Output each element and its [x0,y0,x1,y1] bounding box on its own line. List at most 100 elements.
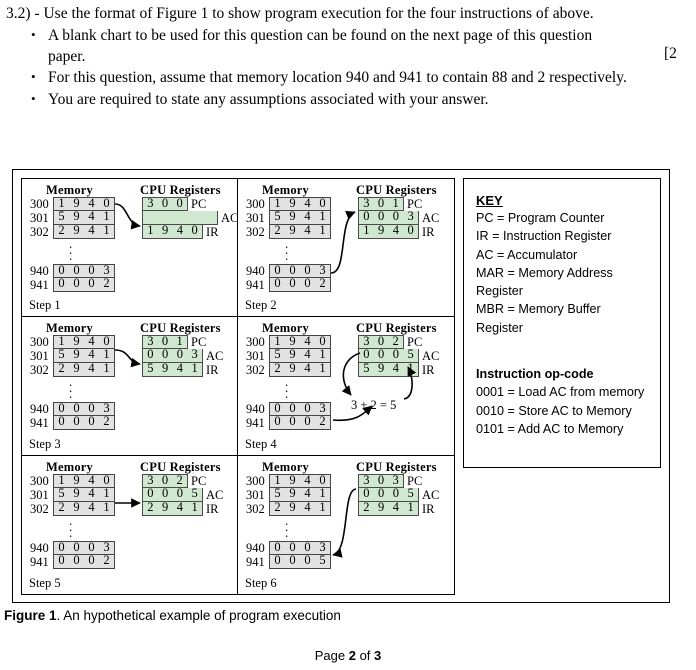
ac-label: AC [206,488,224,502]
digit: 0 [274,553,281,567]
memory-header: Memory [262,321,310,335]
digit: 2 [274,500,281,514]
memory-header: Memory [46,183,94,197]
memory-row: 302 2 9 4 1 [246,223,331,239]
step-cell-3: Memory CPU Registers 300 1 9 4 0 301 5 9 4 1 302… [21,317,238,456]
register-row-ir: 2 9 4 1 IR [142,500,223,516]
digit: 4 [88,223,95,237]
digit: 5 [147,361,154,375]
digit: 2 [274,223,281,237]
ir-register: 1940 [358,224,419,239]
memory-address: 940 [30,264,49,278]
caption-label: Figure 1 [4,608,57,623]
opcode-store: 0010 = Store AC to Memory [476,403,632,418]
digit: 1 [147,223,154,237]
digit: 0 [289,414,296,428]
step-label: Step 1 [29,298,61,312]
memory-address: 301 [30,211,49,225]
memory-address: 302 [246,225,265,239]
memory-row: 302 2 9 4 1 [30,362,115,377]
memory-ellipsis: ... [69,374,73,401]
footer-mid: of [355,648,375,663]
memory-address: 941 [30,278,49,292]
memory-address: 940 [246,264,265,278]
memory-word: 0002 [53,553,115,569]
footer-page-number: 2 [348,648,356,663]
memory-block-bottom: 940 0 0 0 3 941 0 0 0 5 [246,541,331,569]
ac-label: AC [206,349,224,363]
step-row: Memory CPU Registers 300 1 9 4 0 301 5 9 4 1 302… [21,178,455,317]
digit: 0 [304,414,311,428]
memory-address: 940 [246,402,265,416]
digit: 0 [289,553,296,567]
ir-register: 2941 [142,500,203,516]
memory-ellipsis: ... [285,236,289,263]
memory-row: 302 2 9 4 1 [246,361,331,377]
memory-block-bottom: 940 0 0 0 3 941 0 0 0 2 [30,402,115,430]
memory-header: Memory [46,321,94,335]
digit: 1 [319,223,326,237]
step-label: Step 2 [245,298,277,312]
ir-label: IR [422,225,435,239]
memory-row: 941 0 0 0 2 [30,414,115,430]
step-label: Step 3 [29,437,61,451]
digit: 9 [162,223,169,237]
page-footer: Page 2 of 3 [0,648,696,663]
digit: 0 [274,276,281,290]
memory-word: 0005 [269,553,331,569]
memory-address: 301 [30,488,49,502]
digit: 0 [58,414,65,428]
pc-label: PC [191,197,207,211]
digit: 1 [407,500,414,514]
digit: 5 [363,361,370,375]
digit: 0 [58,553,65,567]
register-block: 3 0 1 PC 0 0 0 3 AC 5 9 4 1 IR [142,335,223,377]
figure-caption: Figure 1. An hypothetical example of pro… [4,608,341,623]
step-cell-2: Memory CPU Registers 300 1 9 4 0 301 5 9 4 1 302… [238,178,455,317]
opcode-load: 0001 = Load AC from memory [476,385,645,400]
memory-row: 941 0 0 0 2 [246,276,331,292]
key-line-mar: MAR = Memory Address [476,265,613,280]
ac-label: AC [422,488,440,502]
digit: 2 [274,361,281,375]
ir-register: 5941 [358,361,419,377]
digit: 2 [147,500,154,514]
question-intro-text: Use the format of Figure 1 to show progr… [43,5,594,22]
ac-label: AC [422,211,440,225]
memory-word: 0002 [53,414,115,430]
register-row-ir: 1 9 4 0 IR [142,223,237,239]
memory-address: 300 [246,335,265,349]
digit: 2 [103,276,110,290]
question-number: 3.2) [6,5,31,22]
memory-row: 941 0 0 0 5 [246,553,331,569]
digit: 0 [73,553,80,567]
ir-label: IR [206,363,219,377]
digit: 0 [73,414,80,428]
memory-address: 300 [246,197,265,211]
memory-address: 302 [30,225,49,239]
memory-row: 941 0 0 0 2 [30,276,115,292]
memory-word: 2941 [269,223,331,239]
key-line-ac: AC = Accumulator [476,247,578,262]
digit: 9 [378,361,385,375]
register-block: 3 0 0 PC AC 1 9 4 0 IR [142,197,237,239]
memory-row: 302 2 9 4 1 [246,500,331,516]
memory-address: 302 [246,502,265,516]
memory-address: 941 [246,278,265,292]
register-block: 3 0 1 PC 0 0 0 3 AC 1 9 4 0 IR [358,197,439,239]
ir-register: 1940 [142,223,203,239]
step-cell-4: Memory CPU Registers 300 1 9 4 0 301 5 9 4 1 302… [238,317,455,456]
memory-address: 302 [246,363,265,377]
pc-register: 300 [142,197,188,211]
memory-address: 940 [30,402,49,416]
key-line-mar-cont: Register [476,284,523,299]
step-cell-6: Memory CPU Registers 300 1 9 4 0 301 5 9 4 1 302… [238,456,455,595]
digit: 1 [191,361,198,375]
key-line-ir: IR = Instruction Register [476,229,612,244]
memory-row: 302 2 9 4 1 [30,223,115,239]
memory-ellipsis: ... [69,236,73,263]
digit: 4 [88,500,95,514]
memory-block-bottom: 940 0 0 0 3 941 0 0 0 2 [246,402,331,430]
memory-block-top: 300 1 9 4 0 301 5 9 4 1 302 2 9 4 1 [30,335,115,377]
memory-address: 301 [246,211,265,225]
